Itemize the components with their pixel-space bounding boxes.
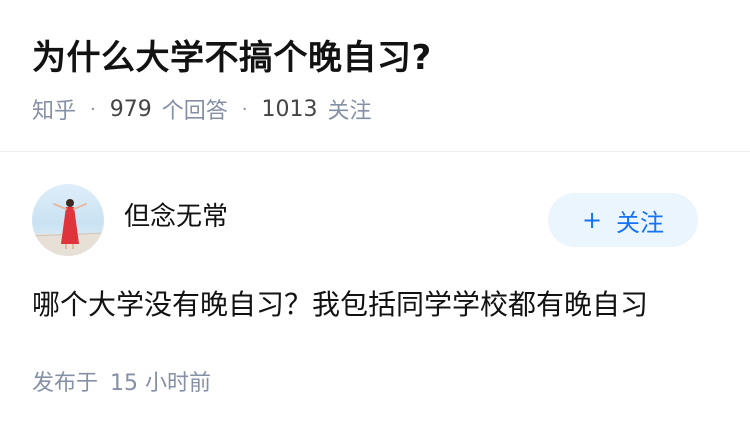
follower-count-label: 关注 — [327, 99, 372, 124]
plus-icon: + — [581, 206, 603, 234]
answer-count-label[interactable]: 个回答 — [162, 93, 228, 125]
answer-count: 979 — [109, 96, 152, 122]
posted-time: 15 小时前 — [110, 371, 212, 396]
question-title[interactable]: 为什么大学不搞个晚自习? — [32, 34, 432, 82]
question-page: 为什么大学不搞个晚自习? 知乎 · 979 个回答 · 1013 关注 但念无常… — [0, 0, 750, 434]
question-detail: 哪个大学没有晚自习？我包括同学学校都有晚自习 — [32, 288, 649, 321]
separator-dot: · — [241, 98, 248, 120]
follower-count: 1013 — [261, 96, 318, 122]
post-time: 发布于 15 小时前 — [32, 368, 211, 400]
author-name[interactable]: 但念无常 — [124, 199, 228, 235]
follow-button-label: 关注 — [616, 208, 665, 237]
question-header: 为什么大学不搞个晚自习? 知乎 · 979 个回答 · 1013 关注 — [0, 0, 750, 151]
divider — [0, 151, 750, 152]
avatar-photo-icon — [32, 184, 104, 256]
source-label[interactable]: 知乎 — [32, 93, 76, 125]
separator-dot: · — [90, 98, 96, 120]
follow-button[interactable]: + 关注 — [548, 193, 698, 247]
posted-label: 发布于 — [32, 371, 99, 396]
avatar[interactable] — [32, 184, 104, 256]
question-meta: 知乎 · 979 个回答 · 1013 关注 — [32, 93, 372, 125]
